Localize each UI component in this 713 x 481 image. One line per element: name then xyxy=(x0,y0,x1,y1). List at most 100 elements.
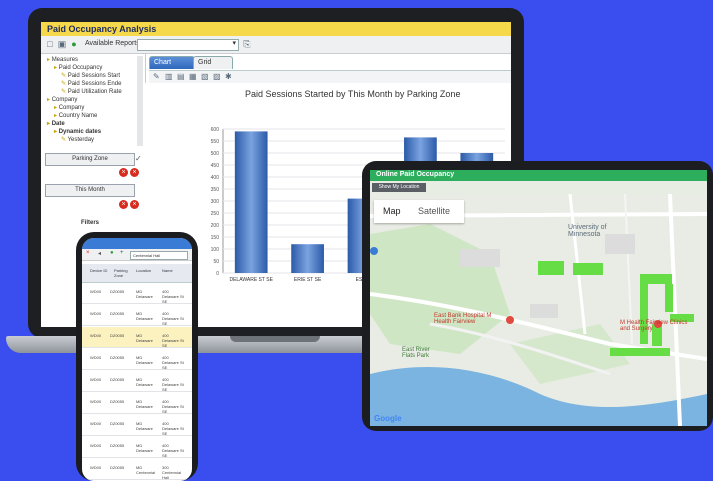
tree-item[interactable]: ✎ Yesterday xyxy=(61,136,94,143)
tab-chart[interactable]: Chart xyxy=(149,56,195,69)
bar[interactable] xyxy=(291,244,324,273)
cell-name: 300 Centennial Hall xyxy=(162,465,182,480)
tree-item-label: Dynamic dates xyxy=(58,129,102,135)
checkmark-icon[interactable]: ✓ xyxy=(135,154,144,163)
col-device-id: Device ID xyxy=(90,268,108,273)
remove-filter-icon[interactable]: × xyxy=(119,200,128,209)
table-row[interactable]: WD00 DZ0055 MD Delaware 400 Delaware St SE xyxy=(82,437,192,458)
this-month-filter[interactable]: This Month xyxy=(45,184,135,197)
toolbar: □ ▣ ● Available Reports ▾ ⎘ xyxy=(41,36,511,54)
remove-filter-icon[interactable]: × xyxy=(130,200,139,209)
measures-tree: ▸ Measures ▸ Paid Occupancy ✎ Paid Session… xyxy=(41,54,146,150)
table-icon[interactable]: ▤ xyxy=(177,72,185,81)
bar[interactable] xyxy=(234,131,268,273)
table-row[interactable]: WD00 DZ0055 MD Delaware 400 Delaware St SE xyxy=(82,393,192,414)
cell-zone: DZ0055 xyxy=(110,421,125,426)
back-icon[interactable]: ◂ xyxy=(98,250,101,257)
location-marker-icon[interactable] xyxy=(370,247,378,255)
tree-item[interactable]: ▸ Date xyxy=(47,120,65,127)
filter-icon[interactable]: ▦ xyxy=(189,72,197,81)
tree-item[interactable]: ▸ Company xyxy=(47,96,77,103)
cell-loc: MD Delaware xyxy=(136,443,153,453)
university-label: University of Minnesota xyxy=(568,224,607,238)
folder-icon: ✎ xyxy=(61,73,68,79)
available-reports-select[interactable]: ▾ xyxy=(137,39,239,51)
tree-item-label: Country Name xyxy=(58,113,98,119)
map-canvas[interactable] xyxy=(370,194,707,426)
tree-item[interactable]: ▸ Country Name xyxy=(54,112,97,119)
cell-name: 400 Delaware St SE xyxy=(162,399,184,414)
y-tick-label: 450 xyxy=(211,163,220,169)
tree-item-label: Paid Sessions Start xyxy=(67,73,121,79)
y-tick-label: 50 xyxy=(213,259,219,265)
remove-filter-icon[interactable]: × xyxy=(130,168,139,177)
app-title: Paid Occupancy Analysis xyxy=(47,24,157,34)
phone-filter-input[interactable]: Centennial Hall xyxy=(130,251,188,260)
filters-label: Filters xyxy=(81,220,100,226)
y-tick-label: 550 xyxy=(211,139,220,145)
table-row[interactable]: WD00 DZ0055 MD Delaware 400 Delaware St SE xyxy=(82,371,192,392)
sort-icon[interactable]: ▧ xyxy=(201,72,209,81)
building xyxy=(530,304,558,318)
col-location: Location xyxy=(136,268,152,273)
remove-filter-icon[interactable]: × xyxy=(119,168,128,177)
tree-item-label: Company xyxy=(51,97,78,103)
satellite-tab[interactable]: Satellite xyxy=(418,206,450,216)
cell-zone: DZ0055 xyxy=(110,377,125,382)
hospital-label: East Bank Hospital M Health Fairview xyxy=(434,313,492,325)
parking-zone xyxy=(610,348,670,356)
table-row[interactable]: WD00 DZ0055 MD Centennial 300 Centennial Ha… xyxy=(82,459,192,480)
tree-item[interactable]: ✎ Paid Utilization Rate xyxy=(61,88,122,95)
table-row[interactable]: WD00 DZ0055 MD Delaware 400 Delaware St SE xyxy=(82,349,192,370)
open-report-icon[interactable]: ⎘ xyxy=(242,39,252,49)
edit-icon[interactable]: ✎ xyxy=(153,72,160,81)
col-parking-zone: Parking Zone xyxy=(114,268,128,278)
tab-grid-label: Grid xyxy=(198,59,212,66)
table-row[interactable]: WD00 DZ0055 MD Delaware 400 Delaware St SE xyxy=(82,305,192,326)
phone-screen: × ◂ ● + Centennial Hall Device ID Parkin… xyxy=(82,238,192,481)
tree-item[interactable]: ✎ Paid Sessions Ende xyxy=(61,80,121,87)
tree-scrollbar[interactable] xyxy=(137,56,143,146)
clinics-label: M Health Fairview Clinics and Surgery xyxy=(620,320,688,332)
col-name: Name xyxy=(162,268,173,273)
map-tab[interactable]: Map xyxy=(383,206,401,216)
bar-chart-icon[interactable]: ▥ xyxy=(165,72,173,81)
cell-name: 400 Delaware St SE xyxy=(162,355,184,370)
x-tick-label: DELAWARE ST SE xyxy=(229,277,273,283)
table-row[interactable]: WD00 DZ0055 MD Delaware 400 Delaware St SE xyxy=(82,327,192,348)
save-icon[interactable]: ▣ xyxy=(57,39,67,49)
close-icon[interactable]: × xyxy=(86,250,90,256)
refresh-icon[interactable]: ● xyxy=(69,39,79,49)
parking-zone xyxy=(640,274,672,284)
folder-icon: ✎ xyxy=(61,81,68,87)
y-tick-label: 350 xyxy=(211,187,220,193)
tab-grid[interactable]: Grid xyxy=(193,56,233,69)
new-report-icon[interactable]: □ xyxy=(45,39,55,49)
cell-zone: DZ0055 xyxy=(110,333,125,338)
tree-item[interactable]: ▸ Paid Occupancy xyxy=(54,64,102,71)
cell-loc: MD Delaware xyxy=(136,355,153,365)
tree-item-label: Paid Occupancy xyxy=(58,65,103,71)
parking-zone-filter[interactable]: Parking Zone xyxy=(45,153,135,166)
refresh-icon[interactable]: ● xyxy=(110,250,114,256)
tree-item[interactable]: ▸ Company xyxy=(54,104,84,111)
google-logo: Google xyxy=(374,414,402,423)
cell-name: 400 Delaware St SE xyxy=(162,311,184,326)
east-river-label: East River Flats Park xyxy=(402,347,430,359)
tree-item[interactable]: ▸ Dynamic dates xyxy=(54,128,101,135)
tree-item[interactable]: ✎ Paid Sessions Start xyxy=(61,72,120,79)
tablet-header: Online Paid Occupancy xyxy=(370,170,707,181)
table-row[interactable]: WD00 DZ0055 MD Delaware 400 Delaware St SE xyxy=(82,415,192,436)
cell-zone: DZ0055 xyxy=(110,443,125,448)
table-row[interactable]: WD00 DZ0055 MD Delaware 400 Delaware St SE xyxy=(82,283,192,304)
add-icon[interactable]: + xyxy=(120,250,124,256)
settings-icon[interactable]: ✱ xyxy=(225,72,232,81)
parking-zone xyxy=(573,263,603,275)
show-my-location-button[interactable]: Show My Location xyxy=(372,183,426,192)
tree-item[interactable]: ▸ Measures xyxy=(47,56,78,63)
x-tick-label: ERIE ST SE xyxy=(294,277,322,283)
cell-loc: MD Delaware xyxy=(136,289,153,299)
cell-loc: MD Delaware xyxy=(136,333,153,343)
export-icon[interactable]: ▨ xyxy=(213,72,221,81)
y-tick-label: 400 xyxy=(211,175,220,181)
